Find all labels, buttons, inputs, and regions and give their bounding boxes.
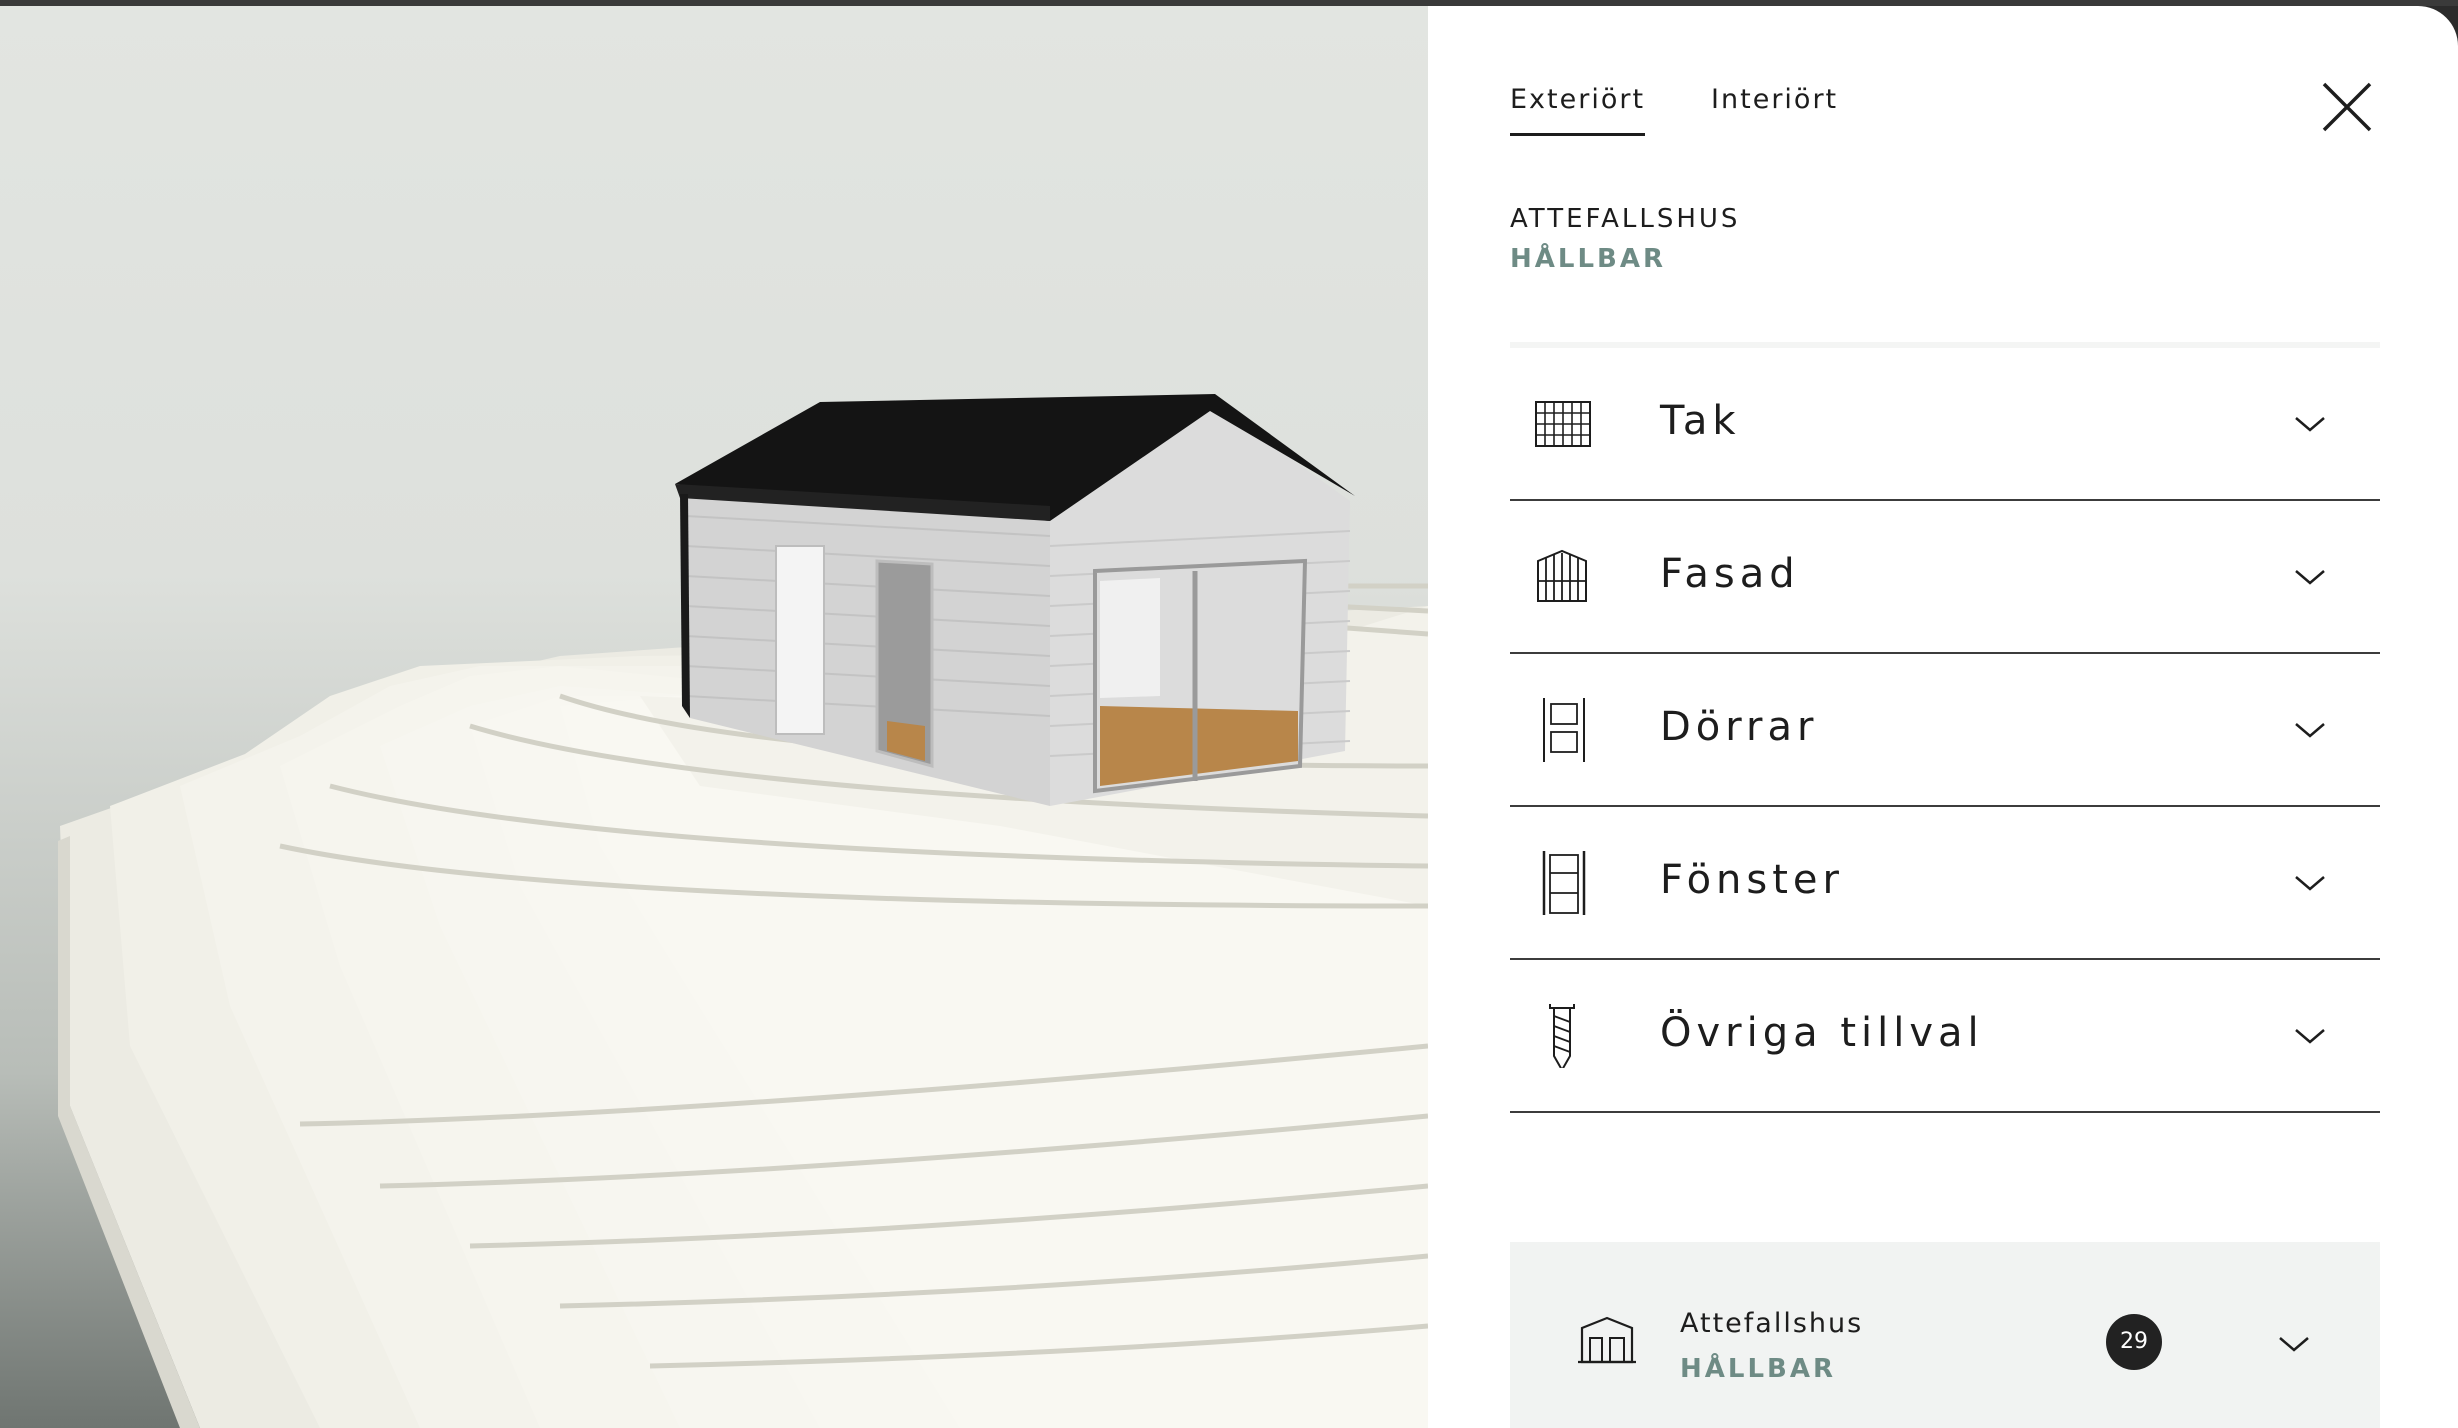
chevron-down-icon[interactable] bbox=[2276, 1326, 2312, 1362]
summary-subtitle: HÅLLBAR bbox=[1680, 1354, 1836, 1384]
close-icon[interactable] bbox=[2318, 78, 2376, 136]
tab-interior[interactable]: Interiört bbox=[1711, 84, 1838, 136]
accordion-item-dorrar[interactable]: Dörrar bbox=[1510, 654, 2380, 807]
product-title: ATTEFALLSHUS bbox=[1510, 204, 1741, 234]
chevron-down-icon[interactable] bbox=[2292, 559, 2328, 595]
screw-icon bbox=[1549, 1004, 1575, 1068]
chevron-down-icon[interactable] bbox=[2292, 712, 2328, 748]
house-icon bbox=[1578, 1316, 1636, 1364]
accordion-item-fasad[interactable]: Fasad bbox=[1510, 501, 2380, 654]
accordion-label: Fönster bbox=[1660, 857, 1844, 903]
configurator-panel: Exteriört Interiört ATTEFALLSHUS HÅLLBAR… bbox=[1428, 6, 2458, 1428]
chevron-down-icon[interactable] bbox=[2292, 406, 2328, 442]
tab-exterior[interactable]: Exteriört bbox=[1510, 84, 1646, 136]
3d-viewer[interactable] bbox=[0, 6, 1428, 1428]
door-icon bbox=[1543, 698, 1585, 762]
view-tabs: Exteriört Interiört bbox=[1510, 84, 1904, 136]
configuration-summary[interactable]: Attefallshus HÅLLBAR 29 bbox=[1510, 1242, 2380, 1428]
accordion-item-ovriga-tillval[interactable]: Övriga tillval bbox=[1510, 960, 2380, 1113]
accordion-label: Fasad bbox=[1660, 551, 1800, 597]
accordion-item-fonster[interactable]: Fönster bbox=[1510, 807, 2380, 960]
product-subtitle: HÅLLBAR bbox=[1510, 244, 1666, 274]
roof-tiles-icon bbox=[1535, 401, 1591, 447]
chevron-down-icon[interactable] bbox=[2292, 865, 2328, 901]
accordion-label: Tak bbox=[1660, 398, 1741, 444]
summary-title: Attefallshus bbox=[1680, 1308, 1864, 1339]
options-accordion: Tak Fasad Dörrar Fönster Övriga tillval bbox=[1510, 348, 2380, 1113]
accordion-label: Dörrar bbox=[1660, 704, 1819, 750]
window-icon bbox=[1542, 851, 1586, 915]
selection-count-badge: 29 bbox=[2106, 1314, 2162, 1370]
house-3d-render bbox=[58, 394, 1428, 1428]
facade-icon bbox=[1537, 549, 1587, 602]
accordion-label: Övriga tillval bbox=[1660, 1010, 1984, 1056]
chevron-down-icon[interactable] bbox=[2292, 1018, 2328, 1054]
accordion-item-tak[interactable]: Tak bbox=[1510, 348, 2380, 501]
